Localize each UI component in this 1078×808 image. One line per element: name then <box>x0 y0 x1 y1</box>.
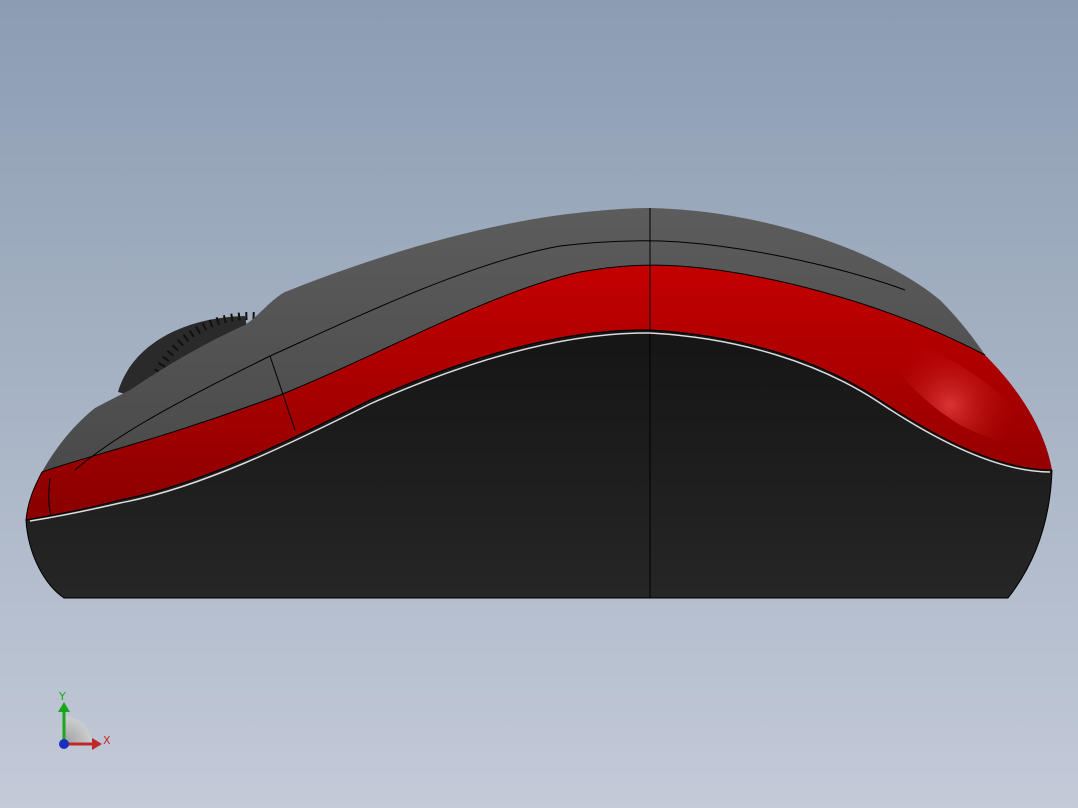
triad-y-label: Y <box>58 690 66 703</box>
triad-x-label: X <box>103 734 111 747</box>
graphics-viewport[interactable]: Y X <box>0 0 1078 808</box>
wheel-tooth <box>230 313 234 322</box>
wheel-tooth <box>237 312 241 321</box>
model-canvas[interactable]: Y X <box>0 0 1078 808</box>
